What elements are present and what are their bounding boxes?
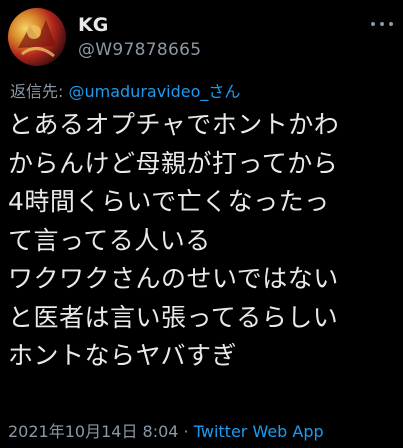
reply-prefix: 返信先: — [10, 82, 69, 101]
tweet-text: とあるオプチャでホントかわ からんけど母親が打ってから 4時間くらいで亡くなった… — [8, 106, 403, 376]
tweet-text-line: て言ってる人いる — [8, 225, 211, 255]
tweet-text-line: とあるオプチャでホントかわ — [8, 110, 340, 139]
tweet-text-line: からんけど母親が打ってから — [8, 148, 339, 178]
tweet-source-link[interactable]: Twitter Web App — [194, 422, 324, 441]
reply-to-line: 返信先: @umaduravideo_さん — [10, 78, 240, 102]
tweet-text-line: と医者は言い張ってるらしい — [8, 302, 339, 332]
meta-separator: · — [178, 422, 194, 441]
avatar-image — [18, 20, 56, 58]
tweet-meta: 2021年10月14日 8:04 · Twitter Web App — [8, 418, 324, 442]
tweet-text-line: 4時間くらいで亡くなったっ — [8, 187, 330, 216]
avatar[interactable] — [8, 8, 66, 66]
tweet-timestamp[interactable]: 2021年10月14日 8:04 — [8, 422, 178, 441]
tweet-text-line: ワクワクさんのせいではない — [8, 264, 339, 293]
display-name[interactable]: KG — [78, 14, 108, 36]
tweet-text-line: ホントならヤバすぎ — [8, 341, 238, 370]
more-options-icon[interactable] — [371, 20, 393, 28]
user-handle[interactable]: @W97878665 — [78, 40, 201, 60]
reply-mention-link[interactable]: @umaduravideo_さん — [68, 82, 240, 101]
tweet-header: KG @W97878665 — [8, 8, 395, 68]
